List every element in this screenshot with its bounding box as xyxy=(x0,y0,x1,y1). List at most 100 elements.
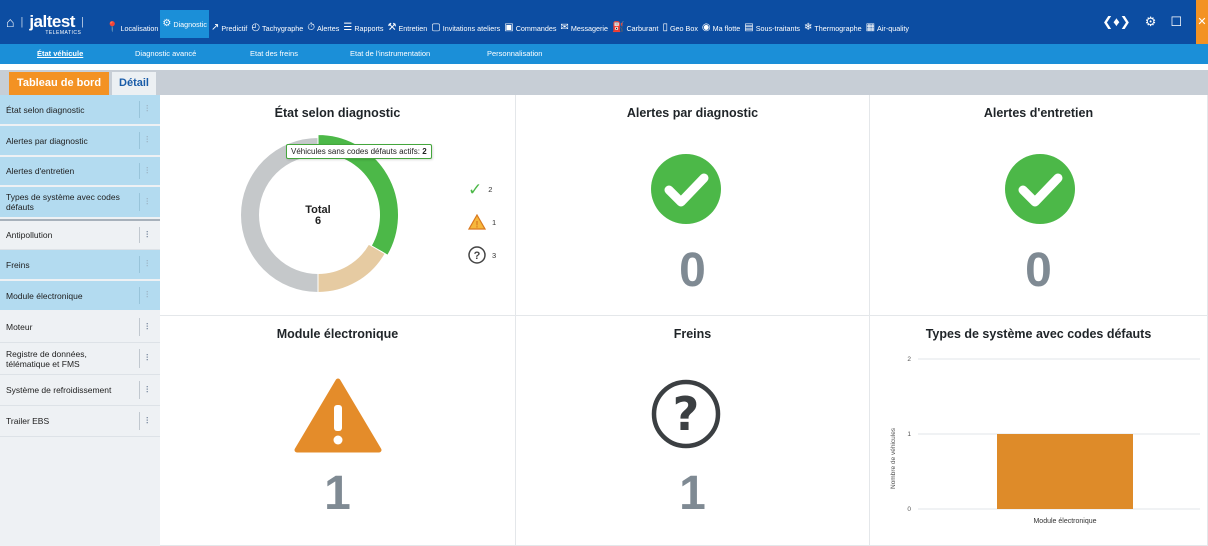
tab-detail[interactable]: Détail xyxy=(112,72,156,95)
air-quality-icon: ▦ xyxy=(865,22,876,33)
nav-item-label: Alertes xyxy=(317,23,340,33)
widget-item-alertes-par-diagnostic[interactable]: Alertes par diagnostic ⠇ xyxy=(0,126,160,157)
alert-icon: ⏱ xyxy=(307,22,316,33)
nav-item-localisation[interactable]: 📍 Localisation xyxy=(104,21,160,35)
drag-handle-icon[interactable]: ⠇ xyxy=(145,259,152,270)
thermograph-icon: ❄ xyxy=(804,22,813,33)
subnav-personnalisation[interactable]: Personnalisation xyxy=(487,49,542,58)
widget-item-antipollution[interactable]: Antipollution ⠇ xyxy=(0,219,160,250)
broadcast-icon[interactable]: ❮♦❯ xyxy=(1102,14,1130,30)
drag-handle-icon[interactable]: ⠇ xyxy=(145,416,152,427)
close-panel-icon[interactable]: ✕ xyxy=(1196,0,1208,44)
nav-item-geo-box[interactable]: ▯ Geo Box xyxy=(660,21,699,35)
nav-item-air-quality[interactable]: ▦ Air-quality xyxy=(864,21,911,35)
tile-types-systeme: Types de système avec codes défauts 012M… xyxy=(870,316,1208,546)
widget-item-label: Moteur xyxy=(6,322,33,332)
widget-item-label: Freins xyxy=(6,259,30,270)
widget-item-etat-selon-diagnostic[interactable]: État selon diagnostic ⠇ xyxy=(0,95,160,126)
donut-slice-warning[interactable] xyxy=(317,243,386,294)
widget-item-types-de-systeme-avec-codes-defauts[interactable]: Types de système avec codes défauts ⠇ xyxy=(0,187,160,219)
subnav-etat-freins[interactable]: Etat des freins xyxy=(250,49,298,58)
y-tick-label: 2 xyxy=(907,356,911,363)
drag-handle-icon[interactable]: ⠇ xyxy=(145,135,152,146)
tile-alertes-diagnostic: Alertes par diagnostic 0 xyxy=(516,95,870,316)
nav-item-label: Localisation xyxy=(120,23,159,33)
subnav-etat-instrumentation[interactable]: Etat de l'instrumentation xyxy=(350,49,430,58)
nav-item-label: Thermographe xyxy=(814,23,862,33)
nav-item-entretien[interactable]: ⚒ Entretien xyxy=(386,21,430,35)
checkmark-icon: ✓ xyxy=(468,180,483,199)
widget-item-label: Types de système avec codes défauts xyxy=(6,192,120,212)
tile-alertes-entretien: Alertes d'entretien 0 xyxy=(870,95,1208,316)
dashboard: État selon diagnostic Total 6 Véhicules … xyxy=(160,95,1208,546)
drag-handle-icon[interactable]: ⠇ xyxy=(145,385,152,396)
module-count: 1 xyxy=(324,467,351,520)
nav-item-label: Tachygraphe xyxy=(262,23,304,33)
maintenance-count: 0 xyxy=(1025,244,1052,297)
nav-item-carburant[interactable]: ⛽ Carburant xyxy=(610,21,660,35)
widget-item-freins[interactable]: Freins ⠇ xyxy=(0,250,160,281)
divider xyxy=(139,132,140,149)
widget-item-trailer-ebs[interactable]: Trailer EBS ⠇ xyxy=(0,406,160,437)
widget-list: État selon diagnostic ⠇ Alertes par diagno… xyxy=(0,95,160,546)
nav-item-messagerie[interactable]: ✉ Messagerie xyxy=(558,21,610,35)
subnav-diagnostic-avance[interactable]: Diagnostic avancé xyxy=(135,49,196,58)
nav-item-label: Ma flotte xyxy=(712,23,741,33)
tab-tableau-de-bord[interactable]: Tableau de bord xyxy=(9,72,109,95)
widget-item-moteur[interactable]: Moteur ⠇ xyxy=(0,312,160,343)
divider xyxy=(139,193,140,211)
widget-item-alertes-d-entretien[interactable]: Alertes d'entretien ⠇ xyxy=(0,157,160,187)
widget-item-label: Système de refroidissement xyxy=(6,385,112,395)
widget-item-label: État selon diagnostic xyxy=(6,104,85,115)
nav-item-diagnostic[interactable]: ⚙ Diagnostic xyxy=(160,10,209,38)
view-tabs: Tableau de bord Détail xyxy=(0,70,160,95)
nav-item-label: Predictif xyxy=(221,23,248,33)
widget-item-registre-de-donnees-telematique-et-fms[interactable]: Registre de données, télématique et FMS ⠇ xyxy=(0,343,160,375)
legend-ok[interactable]: ✓ 2 xyxy=(468,181,492,198)
tile-title: Freins xyxy=(673,327,712,341)
nav-item-alertes[interactable]: ⏱ Alertes xyxy=(305,21,341,35)
nav-item-tachygraphe[interactable]: ◴ Tachygraphe xyxy=(249,21,305,35)
warning-icon: ! xyxy=(468,214,486,230)
maintenance-icon: ⚒ xyxy=(387,22,397,33)
widget-item-module-electronique[interactable]: Module électronique ⠇ xyxy=(0,281,160,312)
nav-item-rapports[interactable]: ☰ Rapports xyxy=(341,21,385,35)
main-menu: 📍 Localisation ⚙ Diagnostic ↗ Predictif ◴ Tachy… xyxy=(104,10,911,38)
drag-handle-icon[interactable]: ⠇ xyxy=(145,104,152,115)
nav-item-thermographe[interactable]: ❄ Thermographe xyxy=(802,21,864,35)
warning-triangle-icon xyxy=(294,378,382,453)
tile-module-electronique: Module électronique 1 xyxy=(160,316,516,546)
geobox-icon: ▯ xyxy=(662,22,668,33)
y-axis-label: Nombre de véhicules xyxy=(890,427,897,489)
drag-handle-icon[interactable]: ⠇ xyxy=(145,290,152,301)
drag-handle-icon[interactable]: ⠇ xyxy=(145,322,152,333)
widget-item-systeme-de-refroidissement[interactable]: Système de refroidissement ⠇ xyxy=(0,375,160,406)
drag-handle-icon[interactable]: ⠇ xyxy=(145,353,152,364)
top-navigation: ⌂ | jaltest TELEMATICS | 📍 Localisation ⚙ Di… xyxy=(0,0,1208,44)
drag-handle-icon[interactable]: ⠇ xyxy=(145,197,152,208)
divider: | xyxy=(20,16,24,28)
divider xyxy=(139,349,140,368)
fleet-icon: ◉ xyxy=(701,22,711,33)
gear-icon[interactable]: ⚙ xyxy=(1145,14,1157,30)
sub-navigation: État véhicule Diagnostic avancé Etat des… xyxy=(0,44,1208,64)
legend-count: 1 xyxy=(492,217,497,227)
nav-item-invitations-ateliers[interactable]: ▢ Invitations ateliers xyxy=(429,21,502,35)
logo[interactable]: jaltest TELEMATICS xyxy=(29,12,81,36)
nav-item-label: Air-quality xyxy=(877,23,909,33)
home-icon[interactable]: ⌂ xyxy=(6,14,14,30)
nav-item-commandes[interactable]: ▣ Commandes xyxy=(502,21,558,35)
nav-item-predictif[interactable]: ↗ Predictif xyxy=(209,21,249,35)
drag-handle-icon[interactable]: ⠇ xyxy=(145,230,152,241)
nav-item-sous-traitants[interactable]: ▤ Sous-traitants xyxy=(742,21,802,35)
drag-handle-icon[interactable]: ⠇ xyxy=(145,166,152,177)
nav-item-ma-flotte[interactable]: ◉ Ma flotte xyxy=(700,21,742,35)
window-icon[interactable]: ☐ xyxy=(1170,14,1182,30)
legend-warning[interactable]: ! 1 xyxy=(468,214,496,230)
bar[interactable] xyxy=(997,434,1133,509)
subnav-etat-vehicule[interactable]: État véhicule xyxy=(37,49,83,58)
legend-unknown[interactable]: ? 3 xyxy=(468,246,496,264)
widget-item-label: Alertes par diagnostic xyxy=(6,135,88,146)
widget-item-label: Module électronique xyxy=(6,290,83,301)
nav-item-label: Sous-traitants xyxy=(755,23,801,33)
